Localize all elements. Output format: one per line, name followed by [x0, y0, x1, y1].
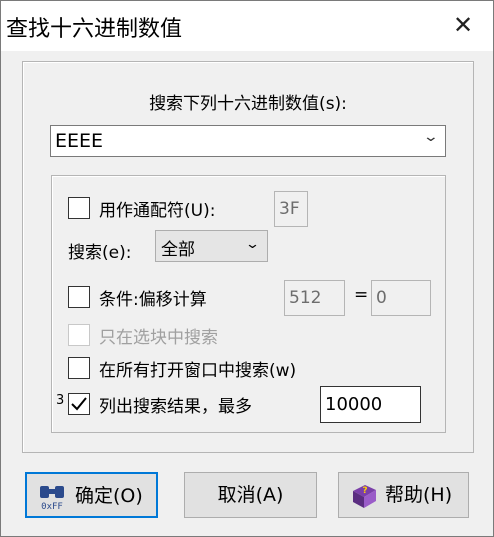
search-prompt-label: 搜索下列十六进制数值(s): — [149, 94, 347, 114]
in-block-label: 只在选块中搜索 — [99, 328, 218, 348]
max-results-field[interactable] — [320, 386, 421, 423]
condition-label: 条件:偏移计算 — [99, 290, 207, 310]
in-block-checkbox — [68, 324, 90, 346]
hex-value-input[interactable] — [51, 126, 407, 156]
svg-text:0xFF: 0xFF — [41, 502, 63, 512]
condition-result-field: 0 — [371, 280, 431, 316]
all-windows-checkbox[interactable] — [68, 357, 90, 379]
wildcard-checkbox[interactable] — [68, 197, 90, 219]
search-direction-label: 搜索(e): — [68, 243, 132, 263]
hex-value-combobox[interactable]: ⌄ — [50, 125, 446, 157]
help-button[interactable]: ? 帮助(H) — [338, 472, 469, 518]
max-results-input[interactable] — [321, 387, 417, 422]
help-button-label: 帮助(H) — [385, 484, 453, 506]
checkmark-icon — [71, 397, 87, 411]
search-direction-select[interactable]: 全部 ⌄ — [155, 230, 268, 262]
svg-text:?: ? — [362, 486, 367, 496]
help-book-icon: ? — [353, 485, 376, 508]
list-results-label: 列出搜索结果，最多 — [99, 397, 252, 417]
ok-button-label: 确定(O) — [75, 485, 143, 507]
title-bar: 查找十六进制数值 ✕ — [1, 1, 493, 51]
ok-button[interactable]: 0xFF 确定(O) — [25, 472, 158, 518]
all-windows-label: 在所有打开窗口中搜索(w) — [99, 361, 297, 381]
equals-sign: = — [354, 285, 369, 305]
list-results-checkbox[interactable] — [68, 393, 90, 415]
cancel-button[interactable]: 取消(A) — [184, 472, 317, 518]
list-results-prefix: 3 — [56, 393, 65, 408]
find-hex-dialog: 查找十六进制数值 ✕ 搜索下列十六进制数值(s): ⌄ 用作通配符(U): 3F… — [0, 0, 494, 537]
binoculars-icon: 0xFF — [40, 486, 64, 512]
dialog-title: 查找十六进制数值 — [6, 17, 183, 42]
search-direction-value: 全部 — [161, 240, 195, 260]
wildcard-value-field: 3F — [274, 191, 308, 227]
condition-offset-field: 512 — [284, 280, 345, 316]
close-icon[interactable]: ✕ — [443, 7, 483, 43]
condition-checkbox[interactable] — [68, 286, 90, 308]
cancel-button-label: 取消(A) — [217, 484, 284, 506]
chevron-down-icon[interactable]: ⌄ — [423, 129, 439, 145]
wildcard-label: 用作通配符(U): — [99, 201, 216, 221]
chevron-down-icon: ⌄ — [244, 237, 261, 252]
